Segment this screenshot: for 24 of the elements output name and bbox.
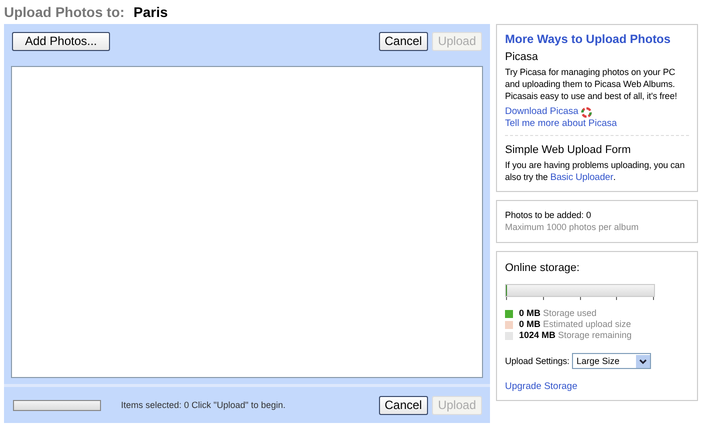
settings-label: Upload Settings:: [505, 355, 570, 367]
add-photos-button[interactable]: Add Photos...: [12, 32, 110, 50]
storage-title: Online storage:: [505, 262, 581, 274]
legend-text: 0 MB Storage used: [519, 307, 597, 320]
upload-label: Upload Photos to:: [4, 4, 125, 20]
cancel-button[interactable]: Cancel: [378, 32, 428, 50]
section-heading: Simple Web Upload Form: [505, 144, 632, 156]
photos-limit: Maximum 1000 photos per album: [505, 221, 640, 234]
basic-uploader-link[interactable]: Basic Uploader: [550, 172, 614, 183]
picasa-description: Try Picasa for managing photos on your PC and uploading them to Picasa Web Albums. Picasais easy to use and best of all, it's free!: [505, 66, 678, 102]
download-picasa-link[interactable]: Download Picasa: [505, 106, 578, 118]
upgrade-storage-link[interactable]: Upgrade Storage: [505, 381, 689, 393]
photos-count: Photos to be added: 0: [505, 209, 592, 221]
legend-text: 1024 MB Storage remaining: [519, 329, 632, 342]
status-text: Items selected: 0 Click "Upload" to begin.: [121, 400, 286, 410]
cancel-button[interactable]: Cancel: [378, 396, 428, 414]
card-title: More Ways to Upload Photos: [505, 32, 672, 46]
pinwheel-icon: [581, 106, 592, 118]
upload-size-select[interactable]: Large Size: [572, 353, 652, 369]
tell-me-more-link[interactable]: Tell me more about Picasa: [505, 118, 617, 129]
legend-text: 0 MB Estimated upload size: [519, 318, 632, 331]
album-name: Paris: [134, 4, 168, 20]
uploader-hint: If you are having problems uploading, you can also try the Basic Uploader.: [505, 159, 686, 184]
section-heading: Picasa: [505, 51, 540, 63]
